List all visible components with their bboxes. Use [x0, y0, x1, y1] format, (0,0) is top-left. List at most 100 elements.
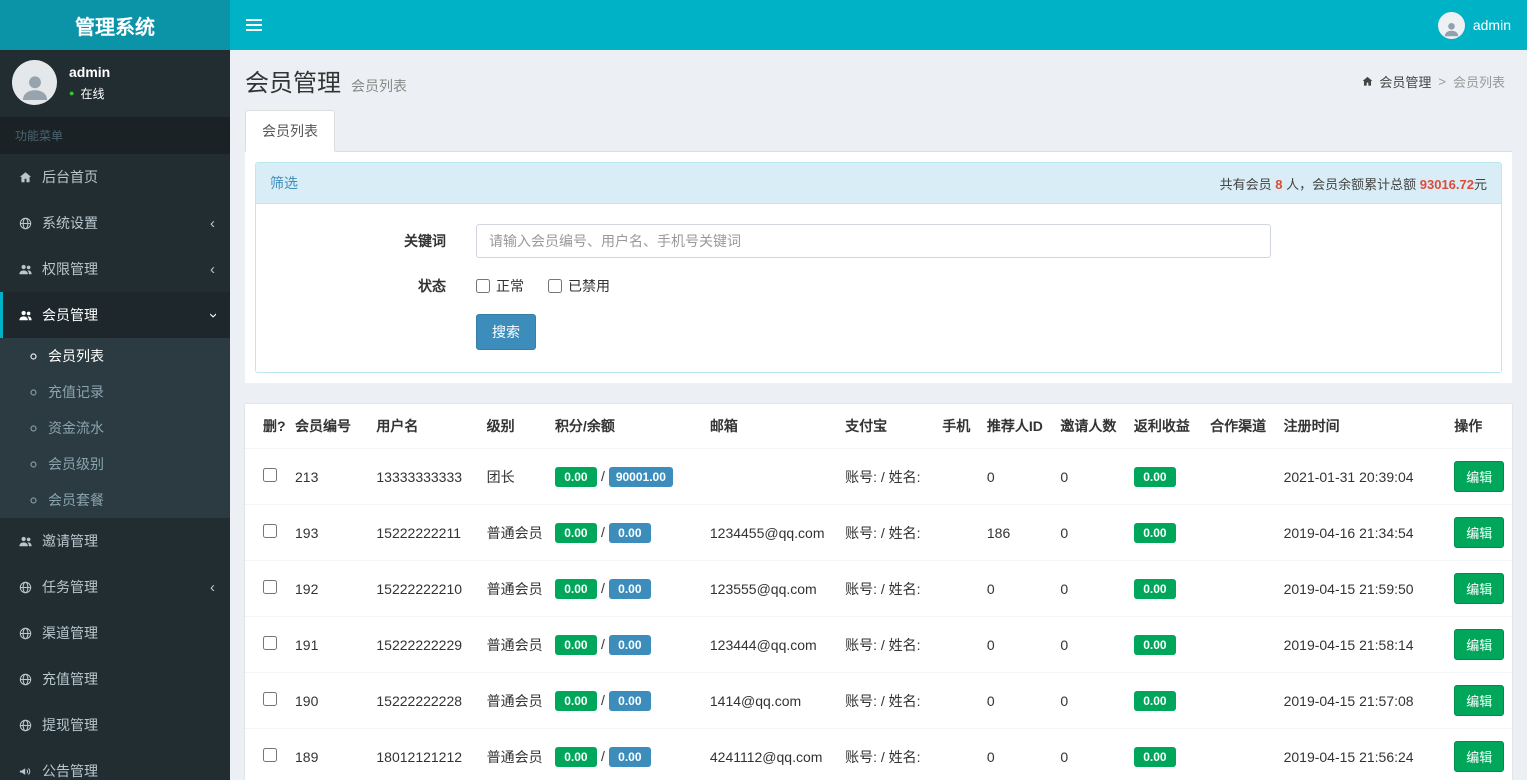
- search-button[interactable]: 搜索: [476, 314, 536, 350]
- edit-button[interactable]: 编辑: [1454, 517, 1505, 548]
- col-referrer-id: 推荐人ID: [978, 404, 1053, 449]
- sidebar-item-system-settings[interactable]: 系统设置 ‹: [0, 200, 230, 246]
- referrer-id-cell: 0: [978, 448, 1053, 505]
- rebate-cell: 0.00: [1125, 728, 1203, 780]
- sidebar-menu: 后台首页 系统设置 ‹ 权限管理 ‹ 会员管理 ‹ 会员列表 充值记录 资金流水…: [0, 154, 230, 780]
- username-cell: 18012121212: [368, 728, 479, 780]
- sidebar-user-panel: admin ● 在线: [0, 50, 230, 117]
- globe-icon: [18, 216, 33, 231]
- phone-cell: [934, 560, 979, 617]
- level-cell: 普通会员: [478, 616, 547, 673]
- sidebar-item-channels[interactable]: 渠道管理: [0, 610, 230, 656]
- referrer-id-cell: 0: [978, 672, 1053, 729]
- member-id-cell: 192: [287, 560, 369, 617]
- status-label: 在线: [80, 86, 105, 101]
- sidebar-item-recharge[interactable]: 充值管理: [0, 656, 230, 702]
- referrer-id-cell: 186: [978, 504, 1053, 561]
- keyword-label: 关键词: [404, 233, 446, 249]
- sidebar-item-invites[interactable]: 邀请管理: [0, 518, 230, 564]
- sidebar-toggle-button[interactable]: [230, 7, 278, 43]
- col-delete: 删?: [245, 404, 287, 449]
- email-cell: [701, 448, 838, 505]
- row-select-checkbox[interactable]: [263, 748, 277, 762]
- sidebar-item-dashboard[interactable]: 后台首页: [0, 154, 230, 200]
- filter-panel-heading: 筛选 共有会员 8 人，会员余额累计总额 93016.72元: [256, 163, 1501, 204]
- rebate-badge: 0.00: [1133, 634, 1176, 655]
- email-cell: 4241112@qq.com: [701, 728, 838, 780]
- alipay-cell: 账号: / 姓名:: [837, 672, 935, 729]
- chevron-left-icon: ‹: [210, 260, 215, 278]
- points-balance-cell: 0.00/0.00: [546, 616, 702, 673]
- chevron-down-icon: ‹: [204, 312, 221, 318]
- row-select-checkbox[interactable]: [263, 580, 277, 594]
- user-menu[interactable]: admin: [1422, 0, 1527, 50]
- table-row: 189 18012121212 普通会员 0.00/0.00 4241112@q…: [245, 728, 1512, 780]
- tab-member-list[interactable]: 会员列表: [245, 110, 335, 152]
- member-count: 8: [1275, 176, 1283, 192]
- reg-time-cell: 2019-04-15 21:58:14: [1275, 616, 1447, 673]
- keyword-input[interactable]: [476, 224, 1271, 258]
- sidebar-subitem-member-package[interactable]: 会员套餐: [0, 482, 230, 518]
- col-invite-count: 邀请人数: [1052, 404, 1126, 449]
- invite-count-cell: 0: [1052, 448, 1126, 505]
- app-logo[interactable]: 管理系统: [0, 0, 230, 50]
- points-balance-cell: 0.00/0.00: [546, 728, 702, 780]
- circle-icon: [28, 459, 39, 470]
- row-select-checkbox[interactable]: [263, 636, 277, 650]
- edit-button[interactable]: 编辑: [1454, 573, 1505, 604]
- alipay-cell: 账号: / 姓名:: [837, 504, 935, 561]
- status-checkbox-disabled[interactable]: [548, 279, 562, 293]
- edit-button[interactable]: 编辑: [1454, 685, 1505, 716]
- content: 会员列表 筛选 共有会员 8 人，会员余额累计总额 93016.72元 关键词: [230, 98, 1527, 780]
- user-avatar-icon: [1437, 11, 1465, 39]
- sidebar-username: admin: [69, 63, 111, 80]
- edit-button[interactable]: 编辑: [1454, 461, 1505, 492]
- sidebar-subitem-member-level[interactable]: 会员级别: [0, 446, 230, 482]
- chevron-left-icon: ‹: [210, 214, 215, 232]
- referrer-id-cell: 0: [978, 728, 1053, 780]
- content-wrapper: 会员管理 会员列表 会员管理 > 会员列表 会员列表 筛选 共有会员 8 人，会…: [230, 50, 1527, 780]
- channel-cell: [1202, 560, 1276, 617]
- status-option-disabled[interactable]: 已禁用: [548, 276, 610, 296]
- sidebar-item-withdrawals[interactable]: 提现管理: [0, 702, 230, 748]
- reg-time-cell: 2021-01-31 20:39:04: [1275, 448, 1447, 505]
- row-select-checkbox[interactable]: [263, 524, 277, 538]
- points-balance-cell: 0.00/0.00: [546, 672, 702, 729]
- sidebar-item-tasks[interactable]: 任务管理 ‹: [0, 564, 230, 610]
- filter-title[interactable]: 筛选: [270, 173, 298, 193]
- sidebar-subitem-recharge-records[interactable]: 充值记录: [0, 374, 230, 410]
- edit-button[interactable]: 编辑: [1454, 741, 1505, 772]
- row-select-checkbox[interactable]: [263, 692, 277, 706]
- breadcrumb: 会员管理 > 会员列表: [1361, 72, 1505, 91]
- sidebar-item-permissions[interactable]: 权限管理 ‹: [0, 246, 230, 292]
- col-actions: 操作: [1446, 404, 1512, 449]
- points-badge: 0.00: [554, 578, 597, 599]
- row-select-checkbox[interactable]: [263, 468, 277, 482]
- circle-icon: [28, 351, 39, 362]
- sidebar-subitem-member-list[interactable]: 会员列表: [0, 338, 230, 374]
- edit-button[interactable]: 编辑: [1454, 629, 1505, 660]
- balance-badge: 0.00: [608, 746, 651, 767]
- table-row: 193 15222222211 普通会员 0.00/0.00 1234455@q…: [245, 504, 1512, 561]
- sidebar: admin ● 在线 功能菜单 后台首页 系统设置 ‹ 权限管理 ‹ 会员管理 …: [0, 50, 230, 780]
- sidebar-subitem-fund-flow[interactable]: 资金流水: [0, 410, 230, 446]
- app-title: 管理系统: [75, 16, 155, 39]
- breadcrumb-separator: >: [1438, 74, 1446, 89]
- member-table: 删? 会员编号 用户名 级别 积分/余额 邮箱 支付宝 手机 推荐人ID 邀请人…: [245, 404, 1512, 780]
- status-checkbox-normal[interactable]: [476, 279, 490, 293]
- sidebar-item-announcements[interactable]: 公告管理: [0, 748, 230, 780]
- member-id-cell: 213: [287, 448, 369, 505]
- balance-badge: 90001.00: [608, 466, 673, 487]
- sidebar-item-members[interactable]: 会员管理 ‹: [0, 292, 230, 338]
- member-table-box: 删? 会员编号 用户名 级别 积分/余额 邮箱 支付宝 手机 推荐人ID 邀请人…: [245, 403, 1512, 780]
- col-phone: 手机: [934, 404, 979, 449]
- page-subtitle: 会员列表: [351, 78, 407, 94]
- breadcrumb-parent[interactable]: 会员管理: [1361, 72, 1431, 91]
- members-submenu: 会员列表 充值记录 资金流水 会员级别 会员套餐: [0, 338, 230, 518]
- status-option-normal[interactable]: 正常: [476, 276, 524, 296]
- filter-panel: 筛选 共有会员 8 人，会员余额累计总额 93016.72元 关键词 状态: [255, 162, 1502, 373]
- email-cell: 1414@qq.com: [701, 672, 838, 729]
- rebate-cell: 0.00: [1125, 560, 1203, 617]
- circle-icon: [28, 423, 39, 434]
- email-cell: 123555@qq.com: [701, 560, 838, 617]
